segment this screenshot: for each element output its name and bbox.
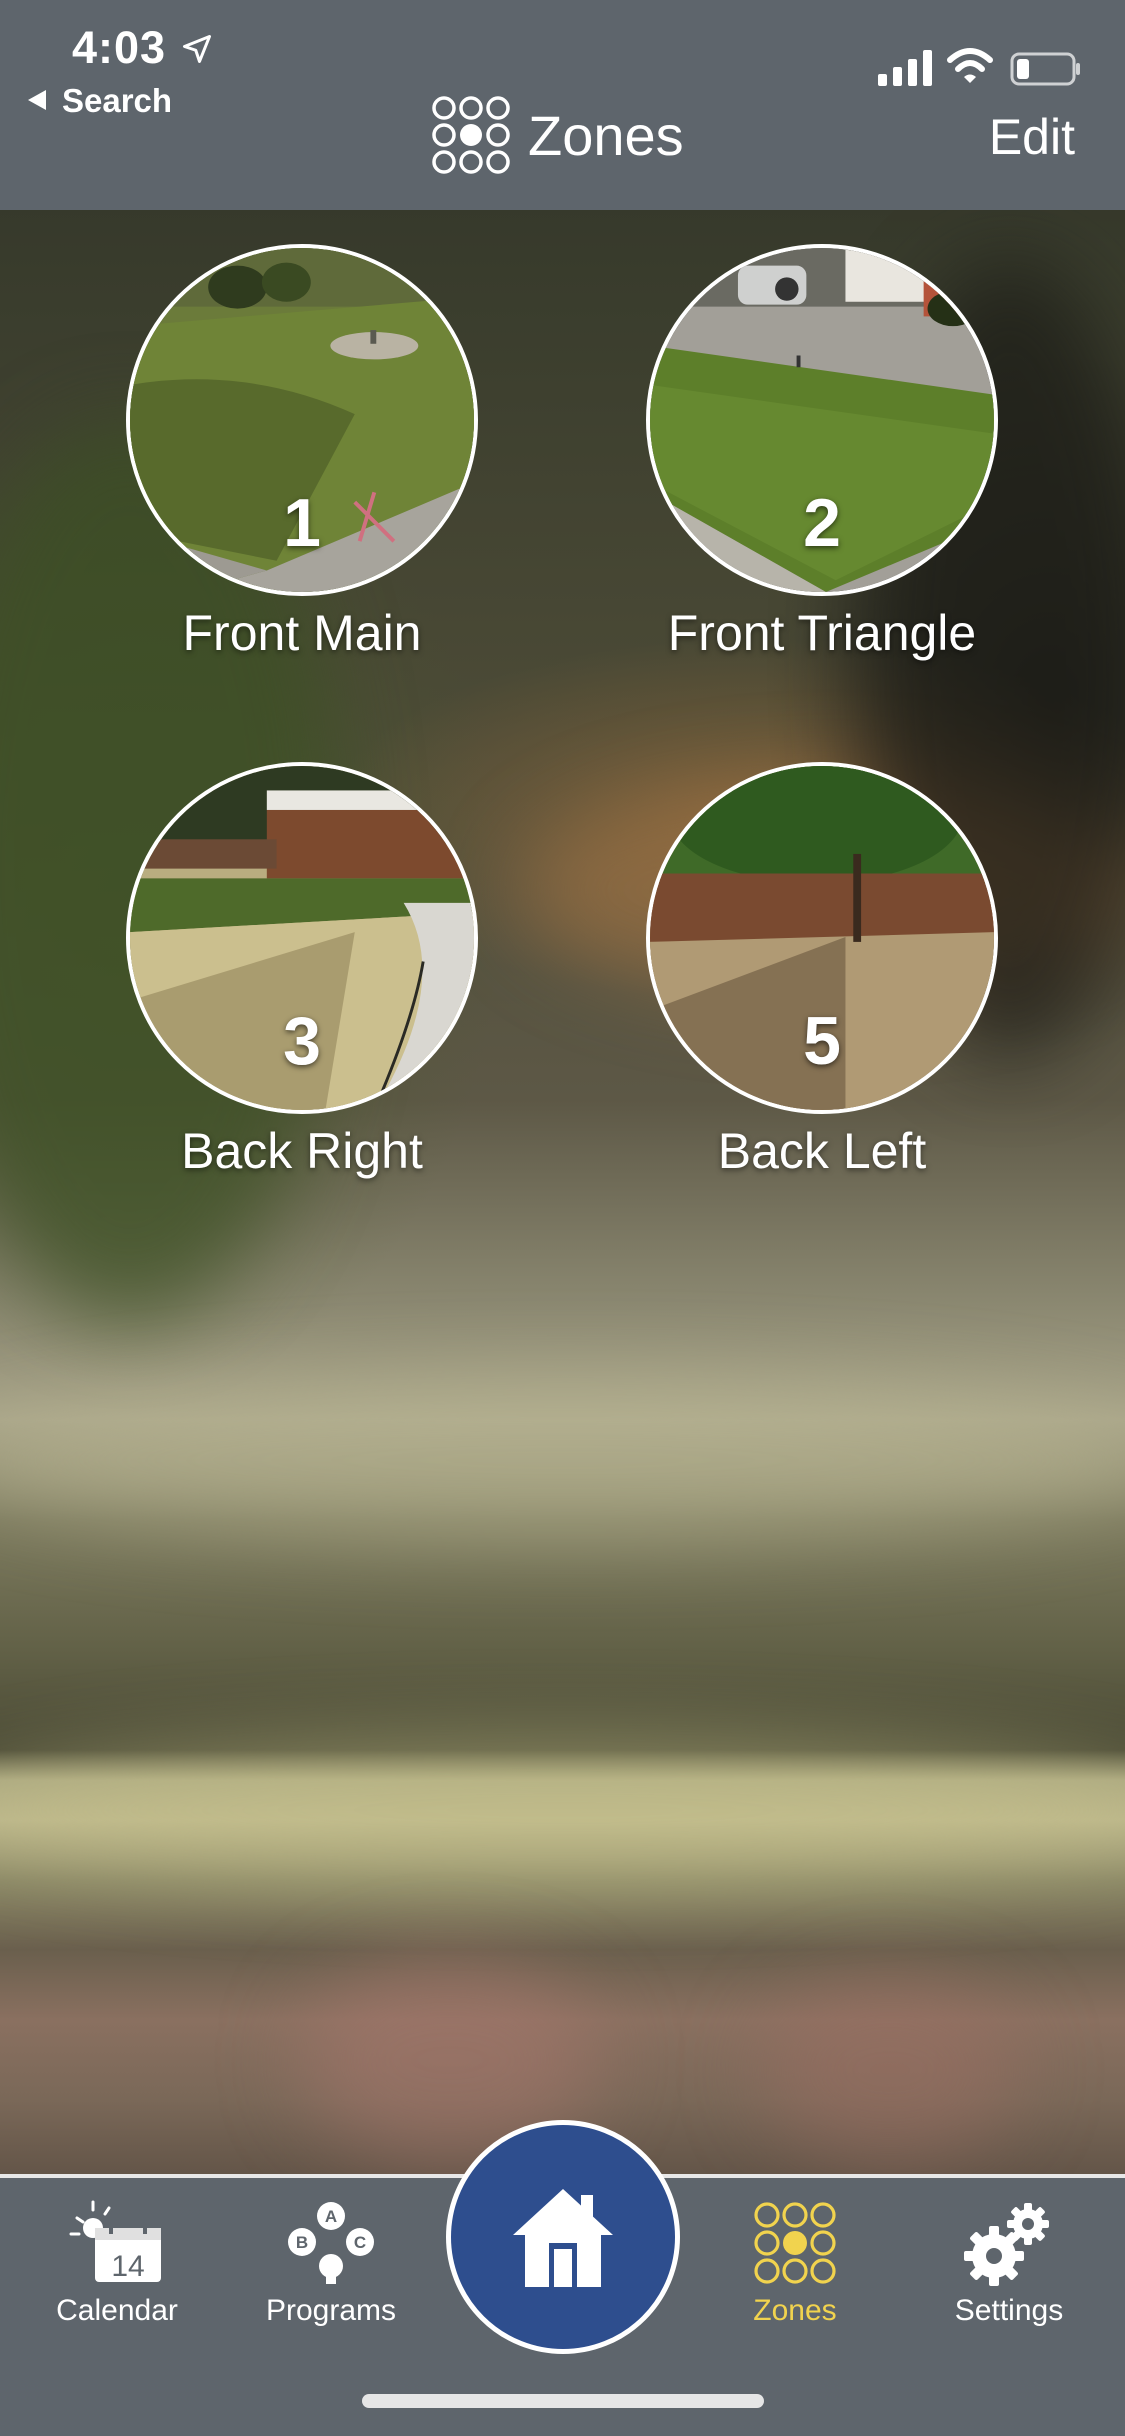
tab-label: Zones [753, 2294, 837, 2327]
zone-number: 1 [283, 485, 321, 561]
zone-name: Front Main [182, 605, 422, 661]
zone-name: Back Left [717, 1123, 927, 1179]
program-c-label: C [354, 2233, 366, 2252]
zones-icon [754, 2202, 836, 2284]
zone-photo: 5 [646, 762, 998, 1114]
zone-card-1[interactable]: 1 Front Main [122, 244, 482, 662]
home-icon [513, 2189, 613, 2287]
zone-number: 3 [283, 1003, 321, 1079]
calendar-day: 14 [111, 2250, 144, 2283]
tab-label: Settings [954, 2294, 1064, 2327]
tab-programs[interactable]: A B C Programs [246, 2200, 416, 2328]
zone-number: 5 [803, 1003, 841, 1079]
zone-photo: 2 [646, 244, 998, 596]
calendar-icon: 14 [69, 2200, 161, 2283]
tab-calendar[interactable]: 14 Calendar [32, 2200, 202, 2328]
program-a-label: A [325, 2207, 337, 2226]
tab-zones[interactable]: Zones [710, 2200, 880, 2328]
back-label: Search [62, 82, 173, 119]
settings-icon [964, 2203, 1049, 2286]
zone-number: 2 [803, 485, 841, 561]
back-arrow-icon [28, 90, 46, 110]
zone-card-5[interactable]: 5 Back Left [642, 762, 1002, 1180]
page-title: Zones [528, 103, 684, 167]
zone-card-2[interactable]: 2 Front Triangle [642, 244, 1002, 662]
zones-logo-icon [432, 96, 510, 174]
tab-settings[interactable]: Settings [924, 2200, 1094, 2328]
programs-icon: A B C [288, 2202, 374, 2284]
home-button[interactable] [446, 2120, 680, 2354]
edit-button[interactable]: Edit [989, 108, 1075, 166]
program-b-label: B [296, 2233, 308, 2252]
signal-icon [878, 50, 932, 86]
zone-name: Back Right [181, 1123, 423, 1179]
tab-label: Programs [265, 2294, 397, 2327]
home-indicator[interactable] [362, 2394, 764, 2408]
status-time: 4:03 [72, 22, 167, 73]
tab-label: Calendar [56, 2294, 178, 2327]
zone-name: Front Triangle [667, 605, 977, 661]
zone-photo: 3 [126, 762, 478, 1114]
zone-photo: 1 [126, 244, 478, 596]
zone-card-3[interactable]: 3 Back Right [122, 762, 482, 1180]
back-to-search-link[interactable]: Search [28, 82, 172, 120]
battery-icon [1010, 52, 1080, 86]
wifi-icon [947, 48, 993, 83]
location-arrow-icon [183, 35, 211, 63]
navigation-bar: 4:03 Search Zones Edit [0, 0, 1125, 210]
